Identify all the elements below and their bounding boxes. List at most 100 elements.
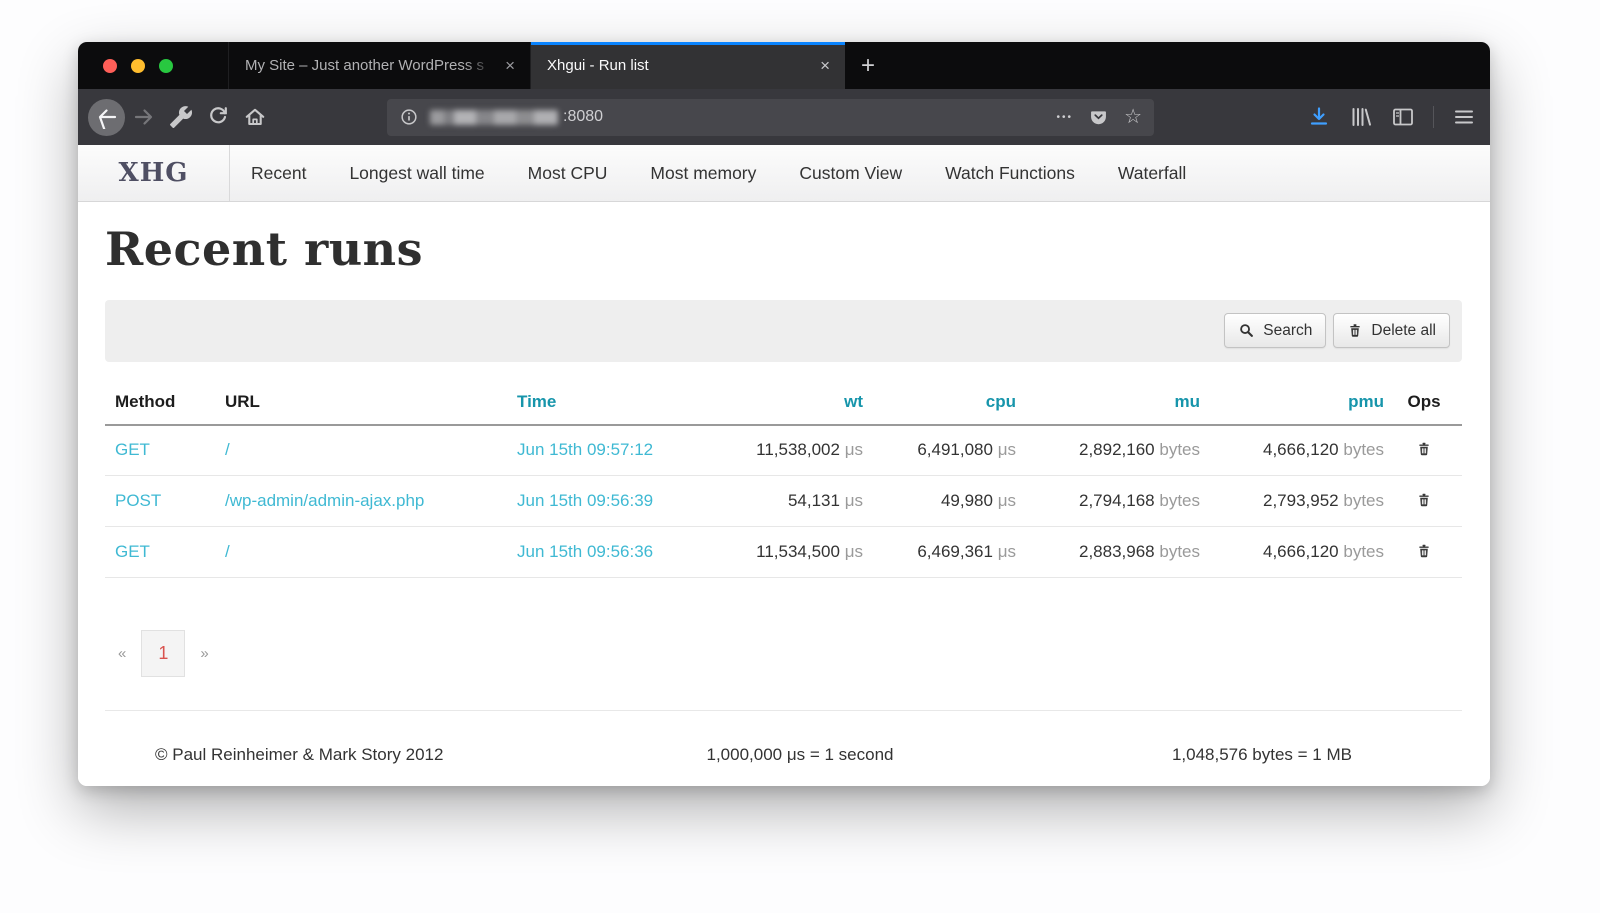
nav-item-recent[interactable]: Recent xyxy=(251,163,306,184)
table-row: POST /wp-admin/admin-ajax.php Jun 15th 0… xyxy=(105,476,1462,527)
wt-value: 11,538,002 xyxy=(756,440,840,459)
browser-window: My Site – Just another WordPress s × Xhg… xyxy=(78,42,1490,786)
pmu-unit: bytes xyxy=(1343,491,1384,510)
reload-button[interactable] xyxy=(206,105,230,129)
download-icon[interactable] xyxy=(1307,105,1331,129)
column-header-cpu-sort-link[interactable]: cpu xyxy=(986,392,1016,411)
close-icon[interactable]: × xyxy=(815,57,835,74)
url-port-text: :8080 xyxy=(563,108,603,126)
nav-item-most-cpu[interactable]: Most CPU xyxy=(528,163,608,184)
wt-unit: μs xyxy=(845,491,863,510)
search-button[interactable]: Search xyxy=(1224,313,1326,348)
page-title: Recent runs xyxy=(105,224,1490,275)
column-header-mu-sort-link[interactable]: mu xyxy=(1175,392,1201,411)
wt-unit: μs xyxy=(845,440,863,459)
column-header-method: Method xyxy=(105,378,223,425)
run-time-link[interactable]: Jun 15th 09:56:39 xyxy=(517,491,653,510)
wt-unit: μs xyxy=(845,542,863,561)
page-actions-icon[interactable]: ••• xyxy=(1057,112,1074,123)
zoom-window-button[interactable] xyxy=(159,59,173,73)
cpu-unit: μs xyxy=(998,440,1016,459)
trash-icon xyxy=(1416,440,1432,458)
home-button[interactable] xyxy=(243,105,267,129)
mu-unit: bytes xyxy=(1159,440,1200,459)
mu-value: 2,883,968 xyxy=(1079,542,1155,561)
column-header-pmu-sort-link[interactable]: pmu xyxy=(1348,392,1384,411)
run-url-link[interactable]: / xyxy=(225,542,230,561)
trash-icon xyxy=(1416,491,1432,509)
xhgui-page: XHG Recent Longest wall time Most CPU Mo… xyxy=(78,145,1490,786)
menu-hamburger-icon[interactable] xyxy=(1452,105,1476,129)
url-bar[interactable]: :8080 ••• ☆ xyxy=(387,99,1154,136)
pmu-value: 2,793,952 xyxy=(1263,491,1339,510)
column-header-time-sort-link[interactable]: Time xyxy=(517,392,556,411)
table-header-row: Method URL Time wt cpu mu pmu Ops xyxy=(105,378,1462,425)
wt-value: 11,534,500 xyxy=(756,542,840,561)
pmu-unit: bytes xyxy=(1343,542,1384,561)
table-row: GET / Jun 15th 09:57:12 11,538,002 μs 6,… xyxy=(105,425,1462,476)
pmu-unit: bytes xyxy=(1343,440,1384,459)
tab-title: My Site – Just another WordPress s xyxy=(245,57,494,74)
run-method-link[interactable]: GET xyxy=(115,440,150,459)
browser-tab-xhgui[interactable]: Xhgui - Run list × xyxy=(530,42,845,89)
nav-item-longest-wall-time[interactable]: Longest wall time xyxy=(349,163,484,184)
run-method-link[interactable]: GET xyxy=(115,542,150,561)
run-url-link[interactable]: /wp-admin/admin-ajax.php xyxy=(225,491,424,510)
nav-item-most-memory[interactable]: Most memory xyxy=(650,163,756,184)
run-method-link[interactable]: POST xyxy=(115,491,161,510)
cpu-value: 49,980 xyxy=(941,491,993,510)
column-header-wt-sort-link[interactable]: wt xyxy=(844,392,863,411)
minimize-window-button[interactable] xyxy=(131,59,145,73)
trash-icon xyxy=(1416,542,1432,560)
pocket-icon[interactable] xyxy=(1088,107,1109,128)
mu-value: 2,794,168 xyxy=(1079,491,1155,510)
back-arrow-icon xyxy=(95,105,119,129)
cpu-value: 6,469,361 xyxy=(917,542,993,561)
pagination-current-page[interactable]: 1 xyxy=(141,630,185,677)
cpu-unit: μs xyxy=(998,491,1016,510)
browser-toolbar: :8080 ••• ☆ xyxy=(78,89,1490,145)
library-icon[interactable] xyxy=(1349,105,1373,129)
delete-run-button[interactable] xyxy=(1412,489,1436,511)
toolbar-divider xyxy=(1433,106,1434,128)
run-url-link[interactable]: / xyxy=(225,440,230,459)
window-controls xyxy=(78,42,228,89)
wrench-icon[interactable] xyxy=(169,105,193,129)
column-header-url: URL xyxy=(223,378,515,425)
nav-item-watch-functions[interactable]: Watch Functions xyxy=(945,163,1075,184)
search-button-label: Search xyxy=(1263,322,1312,340)
new-tab-button[interactable]: + xyxy=(845,42,891,89)
trash-icon xyxy=(1347,322,1363,339)
delete-run-button[interactable] xyxy=(1412,438,1436,460)
footer-microseconds-note: 1,000,000 μs = 1 second xyxy=(605,745,995,765)
pagination-next-button[interactable]: » xyxy=(200,645,208,662)
delete-all-button[interactable]: Delete all xyxy=(1333,313,1450,348)
xhgui-logo[interactable]: XHG xyxy=(78,145,230,201)
pagination-prev-button[interactable]: « xyxy=(118,645,126,662)
close-icon[interactable]: × xyxy=(500,57,520,74)
delete-run-button[interactable] xyxy=(1412,540,1436,562)
bookmark-star-icon[interactable]: ☆ xyxy=(1124,107,1142,127)
close-window-button[interactable] xyxy=(103,59,117,73)
pmu-value: 4,666,120 xyxy=(1263,440,1339,459)
nav-item-waterfall[interactable]: Waterfall xyxy=(1118,163,1186,184)
mu-unit: bytes xyxy=(1159,491,1200,510)
column-header-ops: Ops xyxy=(1386,378,1462,425)
table-row: GET / Jun 15th 09:56:36 11,534,500 μs 6,… xyxy=(105,527,1462,578)
browser-tab-wordpress[interactable]: My Site – Just another WordPress s × xyxy=(228,42,530,89)
sidebar-toggle-icon[interactable] xyxy=(1391,105,1415,129)
run-time-link[interactable]: Jun 15th 09:56:36 xyxy=(517,542,653,561)
run-time-link[interactable]: Jun 15th 09:57:12 xyxy=(517,440,653,459)
url-blurred-host xyxy=(430,110,558,125)
nav-item-custom-view[interactable]: Custom View xyxy=(799,163,902,184)
cpu-unit: μs xyxy=(998,542,1016,561)
back-button[interactable] xyxy=(88,99,125,136)
delete-all-button-label: Delete all xyxy=(1371,322,1436,340)
forward-button[interactable] xyxy=(132,105,156,129)
mu-value: 2,892,160 xyxy=(1079,440,1155,459)
pagination: « 1 » xyxy=(118,630,1490,677)
footer-bytes-note: 1,048,576 bytes = 1 MB xyxy=(995,745,1462,765)
mu-unit: bytes xyxy=(1159,542,1200,561)
search-icon xyxy=(1238,322,1255,339)
info-icon[interactable] xyxy=(399,107,419,127)
